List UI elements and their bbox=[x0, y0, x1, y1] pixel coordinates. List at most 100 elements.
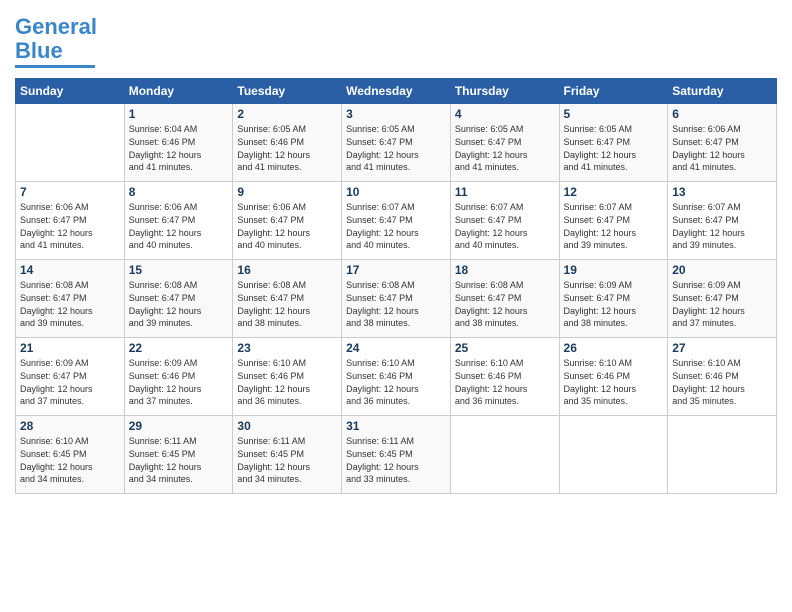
calendar-cell: 30 Sunrise: 6:11 AMSunset: 6:45 PMDayligh… bbox=[233, 416, 342, 494]
day-info: Sunrise: 6:05 AMSunset: 6:47 PMDaylight:… bbox=[455, 123, 555, 173]
day-number: 3 bbox=[346, 107, 446, 121]
calendar-cell: 2 Sunrise: 6:05 AMSunset: 6:46 PMDaylight… bbox=[233, 104, 342, 182]
day-number: 11 bbox=[455, 185, 555, 199]
day-number: 24 bbox=[346, 341, 446, 355]
day-info: Sunrise: 6:10 AMSunset: 6:46 PMDaylight:… bbox=[455, 357, 555, 407]
logo-blue: Blue bbox=[15, 38, 63, 63]
calendar-cell: 22 Sunrise: 6:09 AMSunset: 6:46 PMDayligh… bbox=[124, 338, 233, 416]
logo-general: General bbox=[15, 14, 97, 39]
day-number: 12 bbox=[564, 185, 664, 199]
weekday-header-thursday: Thursday bbox=[450, 79, 559, 104]
day-info: Sunrise: 6:08 AMSunset: 6:47 PMDaylight:… bbox=[129, 279, 229, 329]
weekday-header-tuesday: Tuesday bbox=[233, 79, 342, 104]
weekday-header-wednesday: Wednesday bbox=[342, 79, 451, 104]
day-info: Sunrise: 6:06 AMSunset: 6:47 PMDaylight:… bbox=[672, 123, 772, 173]
day-number: 27 bbox=[672, 341, 772, 355]
day-info: Sunrise: 6:06 AMSunset: 6:47 PMDaylight:… bbox=[20, 201, 120, 251]
main-container: General Blue SundayMondayTuesdayWednesda… bbox=[0, 0, 792, 504]
calendar-cell: 19 Sunrise: 6:09 AMSunset: 6:47 PMDayligh… bbox=[559, 260, 668, 338]
day-number: 28 bbox=[20, 419, 120, 433]
calendar-cell: 23Sunrise: 6:10 AMSunset: 6:46 PMDayligh… bbox=[233, 338, 342, 416]
logo: General Blue bbox=[15, 15, 97, 68]
calendar-row: 21 Sunrise: 6:09 AMSunset: 6:47 PMDayligh… bbox=[16, 338, 777, 416]
calendar-cell: 9 Sunrise: 6:06 AMSunset: 6:47 PMDaylight… bbox=[233, 182, 342, 260]
calendar-cell bbox=[450, 416, 559, 494]
weekday-header-monday: Monday bbox=[124, 79, 233, 104]
day-number: 8 bbox=[129, 185, 229, 199]
day-info: Sunrise: 6:05 AMSunset: 6:47 PMDaylight:… bbox=[564, 123, 664, 173]
calendar-cell bbox=[559, 416, 668, 494]
day-number: 29 bbox=[129, 419, 229, 433]
calendar-cell: 18 Sunrise: 6:08 AMSunset: 6:47 PMDayligh… bbox=[450, 260, 559, 338]
day-info: Sunrise: 6:09 AMSunset: 6:47 PMDaylight:… bbox=[564, 279, 664, 329]
calendar-cell: 21 Sunrise: 6:09 AMSunset: 6:47 PMDayligh… bbox=[16, 338, 125, 416]
calendar-cell: 1Sunrise: 6:04 AMSunset: 6:46 PMDaylight… bbox=[124, 104, 233, 182]
calendar-cell: 20Sunrise: 6:09 AMSunset: 6:47 PMDayligh… bbox=[668, 260, 777, 338]
day-number: 19 bbox=[564, 263, 664, 277]
calendar-cell: 6 Sunrise: 6:06 AMSunset: 6:47 PMDaylight… bbox=[668, 104, 777, 182]
calendar-cell: 5 Sunrise: 6:05 AMSunset: 6:47 PMDaylight… bbox=[559, 104, 668, 182]
calendar-cell: 31Sunrise: 6:11 AMSunset: 6:45 PMDayligh… bbox=[342, 416, 451, 494]
logo-text: General Blue bbox=[15, 15, 97, 63]
day-number: 4 bbox=[455, 107, 555, 121]
day-number: 6 bbox=[672, 107, 772, 121]
day-info: Sunrise: 6:04 AMSunset: 6:46 PMDaylight:… bbox=[129, 123, 229, 173]
day-number: 26 bbox=[564, 341, 664, 355]
day-info: Sunrise: 6:10 AMSunset: 6:46 PMDaylight:… bbox=[564, 357, 664, 407]
day-number: 22 bbox=[129, 341, 229, 355]
day-number: 17 bbox=[346, 263, 446, 277]
calendar-cell: 28 Sunrise: 6:10 AMSunset: 6:45 PMDayligh… bbox=[16, 416, 125, 494]
calendar-cell: 17 Sunrise: 6:08 AMSunset: 6:47 PMDayligh… bbox=[342, 260, 451, 338]
day-number: 5 bbox=[564, 107, 664, 121]
calendar-cell: 8 Sunrise: 6:06 AMSunset: 6:47 PMDaylight… bbox=[124, 182, 233, 260]
calendar-cell: 11Sunrise: 6:07 AMSunset: 6:47 PMDayligh… bbox=[450, 182, 559, 260]
day-number: 13 bbox=[672, 185, 772, 199]
day-info: Sunrise: 6:10 AMSunset: 6:46 PMDaylight:… bbox=[346, 357, 446, 407]
calendar-cell: 7Sunrise: 6:06 AMSunset: 6:47 PMDaylight… bbox=[16, 182, 125, 260]
day-info: Sunrise: 6:10 AMSunset: 6:45 PMDaylight:… bbox=[20, 435, 120, 485]
day-info: Sunrise: 6:07 AMSunset: 6:47 PMDaylight:… bbox=[564, 201, 664, 251]
day-info: Sunrise: 6:11 AMSunset: 6:45 PMDaylight:… bbox=[129, 435, 229, 485]
calendar-cell: 13Sunrise: 6:07 AMSunset: 6:47 PMDayligh… bbox=[668, 182, 777, 260]
calendar-cell: 12 Sunrise: 6:07 AMSunset: 6:47 PMDayligh… bbox=[559, 182, 668, 260]
day-info: Sunrise: 6:11 AMSunset: 6:45 PMDaylight:… bbox=[237, 435, 337, 485]
calendar-row: 28 Sunrise: 6:10 AMSunset: 6:45 PMDayligh… bbox=[16, 416, 777, 494]
day-number: 2 bbox=[237, 107, 337, 121]
calendar-cell: 27 Sunrise: 6:10 AMSunset: 6:46 PMDayligh… bbox=[668, 338, 777, 416]
calendar-cell: 3 Sunrise: 6:05 AMSunset: 6:47 PMDaylight… bbox=[342, 104, 451, 182]
calendar-cell bbox=[668, 416, 777, 494]
calendar-cell: 26 Sunrise: 6:10 AMSunset: 6:46 PMDayligh… bbox=[559, 338, 668, 416]
calendar-cell: 16Sunrise: 6:08 AMSunset: 6:47 PMDayligh… bbox=[233, 260, 342, 338]
day-info: Sunrise: 6:10 AMSunset: 6:46 PMDaylight:… bbox=[672, 357, 772, 407]
day-info: Sunrise: 6:08 AMSunset: 6:47 PMDaylight:… bbox=[20, 279, 120, 329]
calendar-cell: 25 Sunrise: 6:10 AMSunset: 6:46 PMDayligh… bbox=[450, 338, 559, 416]
day-info: Sunrise: 6:05 AMSunset: 6:47 PMDaylight:… bbox=[346, 123, 446, 173]
calendar-cell bbox=[16, 104, 125, 182]
day-info: Sunrise: 6:06 AMSunset: 6:47 PMDaylight:… bbox=[237, 201, 337, 251]
calendar-table: SundayMondayTuesdayWednesdayThursdayFrid… bbox=[15, 78, 777, 494]
calendar-row: 1Sunrise: 6:04 AMSunset: 6:46 PMDaylight… bbox=[16, 104, 777, 182]
calendar-cell: 24 Sunrise: 6:10 AMSunset: 6:46 PMDayligh… bbox=[342, 338, 451, 416]
day-info: Sunrise: 6:06 AMSunset: 6:47 PMDaylight:… bbox=[129, 201, 229, 251]
day-number: 10 bbox=[346, 185, 446, 199]
day-number: 9 bbox=[237, 185, 337, 199]
calendar-cell: 14 Sunrise: 6:08 AMSunset: 6:47 PMDayligh… bbox=[16, 260, 125, 338]
day-number: 20 bbox=[672, 263, 772, 277]
calendar-cell: 4 Sunrise: 6:05 AMSunset: 6:47 PMDaylight… bbox=[450, 104, 559, 182]
day-number: 14 bbox=[20, 263, 120, 277]
day-number: 18 bbox=[455, 263, 555, 277]
day-info: Sunrise: 6:07 AMSunset: 6:47 PMDaylight:… bbox=[346, 201, 446, 251]
day-number: 15 bbox=[129, 263, 229, 277]
day-info: Sunrise: 6:09 AMSunset: 6:46 PMDaylight:… bbox=[129, 357, 229, 407]
day-number: 25 bbox=[455, 341, 555, 355]
calendar-body: 1Sunrise: 6:04 AMSunset: 6:46 PMDaylight… bbox=[16, 104, 777, 494]
day-info: Sunrise: 6:05 AMSunset: 6:46 PMDaylight:… bbox=[237, 123, 337, 173]
day-number: 21 bbox=[20, 341, 120, 355]
calendar-row: 14 Sunrise: 6:08 AMSunset: 6:47 PMDayligh… bbox=[16, 260, 777, 338]
day-number: 16 bbox=[237, 263, 337, 277]
day-info: Sunrise: 6:08 AMSunset: 6:47 PMDaylight:… bbox=[346, 279, 446, 329]
day-info: Sunrise: 6:11 AMSunset: 6:45 PMDaylight:… bbox=[346, 435, 446, 485]
day-info: Sunrise: 6:09 AMSunset: 6:47 PMDaylight:… bbox=[20, 357, 120, 407]
day-info: Sunrise: 6:08 AMSunset: 6:47 PMDaylight:… bbox=[455, 279, 555, 329]
day-number: 30 bbox=[237, 419, 337, 433]
